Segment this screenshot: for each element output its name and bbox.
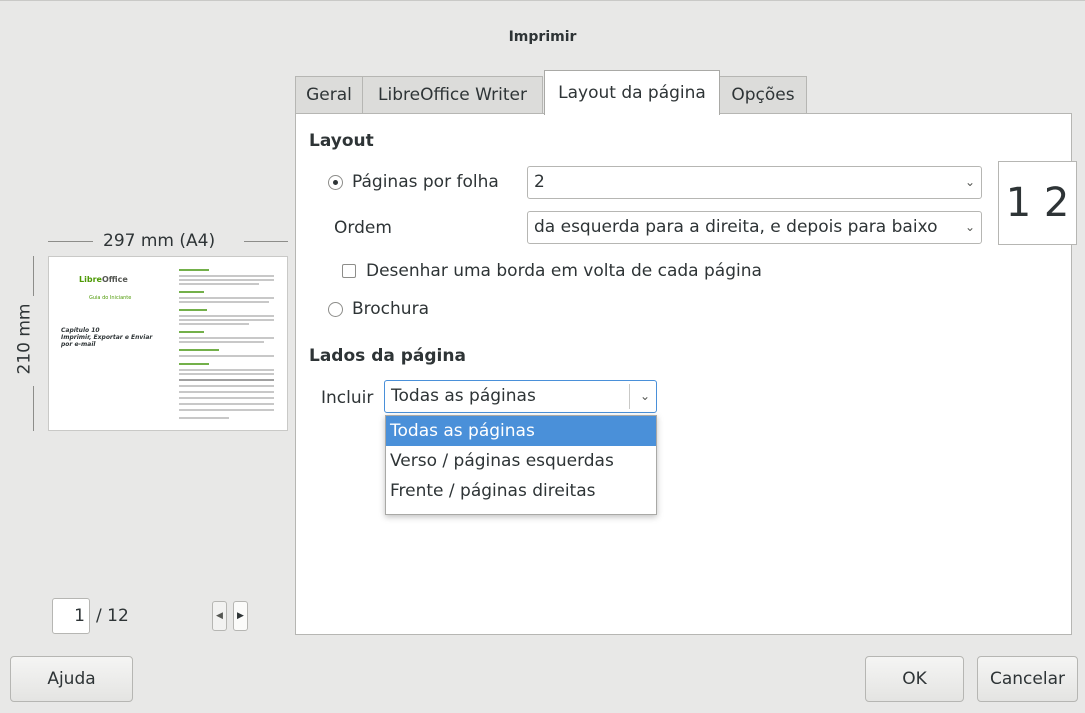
chevron-down-icon: ⌄: [639, 389, 650, 403]
chevron-down-icon: ⌄: [964, 175, 975, 189]
width-dimension-line-right: [244, 241, 288, 242]
next-page-button[interactable]: ▶: [233, 601, 248, 631]
help-button[interactable]: Ajuda: [10, 656, 133, 702]
preview-text-line: [179, 283, 259, 285]
arrow-right-icon: ▶: [237, 611, 244, 621]
order-select[interactable]: da esquerda para a direita, e depois par…: [527, 211, 982, 244]
preview-text-line: [179, 403, 274, 405]
preview-text-line: [179, 385, 274, 387]
brochure-radio[interactable]: [328, 302, 343, 317]
tab-page-layout[interactable]: Layout da página: [544, 70, 720, 115]
pages-per-sheet-radio[interactable]: [328, 175, 343, 190]
preview-text-line: [179, 397, 274, 399]
include-label: Incluir: [321, 388, 374, 408]
preview-table-line: [179, 379, 274, 381]
preview-text-line: [179, 275, 274, 277]
height-dimension-line-top: [33, 256, 34, 296]
include-option-back-left-pages[interactable]: Verso / páginas esquerdas: [386, 446, 656, 476]
preview-heading-line: [179, 331, 204, 333]
arrow-left-icon: ◀: [216, 611, 223, 621]
preview-text-line: [179, 337, 274, 339]
preview-text-line: [179, 301, 269, 303]
pages-per-sheet-select[interactable]: 2 ⌄: [527, 166, 982, 199]
combo-separator: [629, 384, 630, 409]
tab-options[interactable]: Opções: [719, 76, 807, 114]
page-sides-section-title: Lados da página: [309, 346, 466, 366]
print-preview-page: LibreOffice Guia do Iniciante Capítulo 1…: [48, 256, 288, 431]
page-total-label: / 12: [96, 606, 129, 626]
chevron-down-icon: ⌄: [964, 220, 975, 234]
include-select[interactable]: Todas as páginas ⌄: [384, 380, 657, 413]
print-dialog: Imprimir 297 mm (A4) 210 mm LibreOffice …: [0, 0, 1085, 713]
layout-section-title: Layout: [309, 131, 374, 151]
preview-chapter-title: Capítulo 10 Imprimir, Exportar e Enviar …: [61, 327, 153, 348]
page-layout-panel: Layout Páginas por folha 2 ⌄ Ordem da es…: [295, 113, 1077, 635]
tab-libreoffice-writer[interactable]: LibreOffice Writer: [362, 76, 543, 114]
libreoffice-logo: LibreOffice: [79, 275, 128, 284]
preview-text-line: [179, 297, 274, 299]
preview-heading-line: [179, 363, 209, 365]
draw-border-label: Desenhar uma borda em volta de cada pági…: [366, 261, 762, 281]
preview-text-line: [179, 341, 264, 343]
preview-text-line: [179, 355, 274, 357]
include-value: Todas as páginas: [391, 386, 536, 406]
draw-border-checkbox[interactable]: [342, 264, 356, 278]
page-order-preview: 1 2: [998, 161, 1077, 245]
ok-button[interactable]: OK: [865, 656, 964, 702]
preview-heading-line: [179, 291, 204, 293]
preview-text-line: [179, 315, 274, 317]
include-option-all-pages[interactable]: Todas as páginas: [386, 416, 656, 446]
preview-guide-text: Guia do Iniciante: [89, 295, 132, 301]
preview-text-line: [179, 369, 274, 371]
preview-text-line: [179, 391, 274, 393]
preview-text-line: [179, 323, 249, 325]
title-bar: Imprimir: [0, 1, 1085, 71]
height-dimension-label: 210 mm: [14, 303, 35, 375]
pages-per-sheet-label: Páginas por folha: [352, 172, 499, 192]
preview-heading-line: [179, 309, 207, 311]
preview-text-line: [179, 279, 274, 281]
width-dimension-label: 297 mm (A4): [103, 231, 216, 251]
tab-general[interactable]: Geral: [295, 76, 363, 114]
preview-text-line: [179, 319, 274, 321]
preview-text-line: [179, 373, 274, 375]
preview-heading-line: [179, 269, 209, 271]
width-dimension-line-left: [48, 241, 93, 242]
preview-text-line: [179, 409, 274, 411]
include-dropdown-list: Todas as páginas Verso / páginas esquerd…: [385, 415, 657, 515]
pages-per-sheet-value: 2: [534, 172, 545, 192]
include-option-front-right-pages[interactable]: Frente / páginas direitas: [386, 476, 656, 506]
cancel-button[interactable]: Cancelar: [977, 656, 1078, 702]
order-label: Ordem: [334, 218, 392, 238]
height-dimension-line-bottom: [33, 386, 34, 431]
order-value: da esquerda para a direita, e depois par…: [534, 217, 938, 237]
preview-text-line: [179, 417, 229, 419]
brochure-label: Brochura: [352, 299, 429, 319]
preview-heading-line: [179, 349, 219, 351]
page-number-input[interactable]: 1: [52, 598, 90, 634]
dialog-title: Imprimir: [508, 29, 577, 45]
prev-page-button[interactable]: ◀: [212, 601, 227, 631]
